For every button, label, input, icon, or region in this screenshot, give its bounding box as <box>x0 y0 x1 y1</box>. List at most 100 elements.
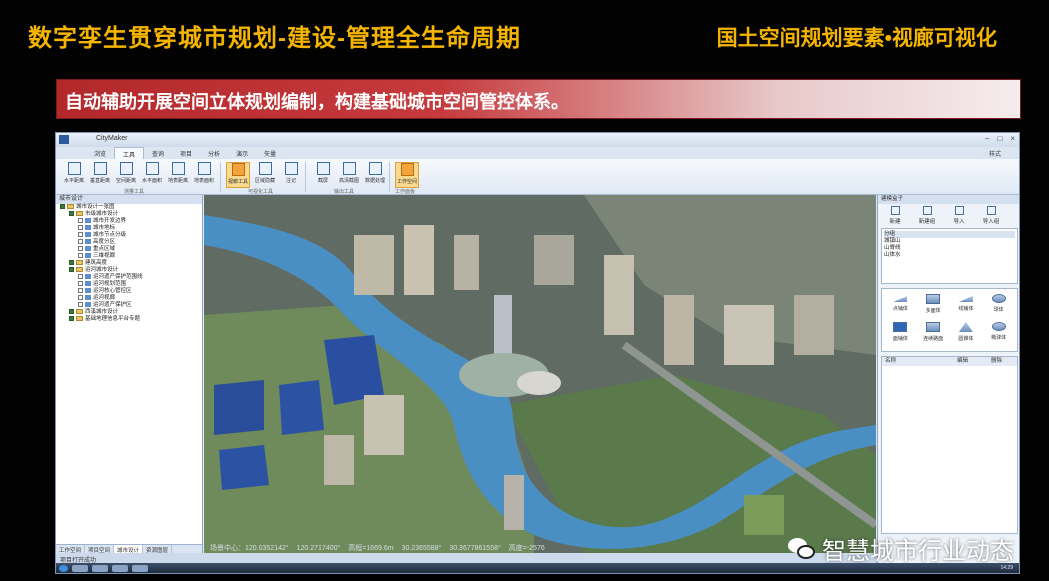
tree-node[interactable]: 市级城市设计 <box>56 211 202 218</box>
layer-checkbox[interactable] <box>78 239 83 245</box>
layer-checkbox[interactable] <box>78 302 83 308</box>
layer-checkbox[interactable] <box>60 204 65 210</box>
tree-node[interactable]: 运河城市设计 <box>56 267 202 274</box>
tree-node[interactable]: 城市设计一张图 <box>56 204 202 211</box>
tree-node-label: 三维视廊 <box>93 253 116 259</box>
data-process-button[interactable]: 数据处理 <box>363 162 387 188</box>
left-panel-tabs: 工作空间 项目空间 城市设计 资源图层 <box>56 544 202 554</box>
tree-node[interactable]: 建筑高度 <box>56 260 202 267</box>
elevation-readout: 高程=1669.6m <box>348 545 394 552</box>
tree-node-label: 运河视廊 <box>93 295 116 301</box>
layer-checkbox[interactable] <box>69 316 74 322</box>
shape-box-icon <box>926 322 941 332</box>
surface-distance-button[interactable]: 地表距离 <box>166 162 190 188</box>
layer-checkbox[interactable] <box>78 218 83 224</box>
layer-checkbox[interactable] <box>78 253 83 259</box>
layer-checkbox[interactable] <box>78 225 83 231</box>
import-icon <box>986 206 996 215</box>
shape-tool[interactable]: 线铺体 <box>950 292 983 320</box>
close-icon[interactable]: × <box>1010 134 1015 143</box>
import-group-button[interactable]: 导入组 <box>978 206 1004 226</box>
tab-resource-layers[interactable]: 资源图层 <box>143 545 173 554</box>
shape-tool[interactable]: 面铺体 <box>884 320 917 348</box>
tab-browse[interactable]: 浏览 <box>86 147 114 159</box>
shape-tool[interactable]: 圆锥体 <box>950 320 983 348</box>
minimize-icon[interactable]: – <box>985 134 989 143</box>
new-button[interactable]: 新建 <box>882 206 908 226</box>
surface-area-button[interactable]: 地表面积 <box>192 162 216 188</box>
tab-workspace[interactable]: 工作空间 <box>56 545 86 554</box>
tree-node[interactable]: 城市地标 <box>56 225 202 232</box>
corridor-icon <box>231 163 245 176</box>
tree-node-label: 运河核心管控区 <box>93 288 132 294</box>
horizontal-area-button[interactable]: 水平面积 <box>140 162 164 188</box>
layer-checkbox[interactable] <box>69 267 74 273</box>
import-button[interactable]: 导入 <box>946 206 972 226</box>
shape-tool[interactable]: 球体 <box>982 292 1015 320</box>
layer-checkbox[interactable] <box>69 260 74 266</box>
tab-analysis[interactable]: 分析 <box>200 147 228 159</box>
tree-node[interactable]: 基础地理信息平台专题 <box>56 316 202 323</box>
workspace-button[interactable]: 工作空间 <box>395 162 419 188</box>
horizontal-distance-button[interactable]: 水平距离 <box>62 162 86 188</box>
style-menu[interactable]: 样式 <box>989 149 1001 158</box>
tab-city-design[interactable]: 城市设计 <box>114 545 144 554</box>
space-distance-button[interactable]: 空间距离 <box>114 162 138 188</box>
tab-project-space[interactable]: 项目空间 <box>85 545 115 554</box>
shape-label: 椭球体 <box>991 335 1007 341</box>
camera-height-readout: 高度=-2576 <box>508 545 545 552</box>
layer-checkbox[interactable] <box>78 295 83 301</box>
maximize-icon[interactable]: □ <box>997 134 1002 143</box>
tree-node[interactable]: 西溪城市设计 <box>56 309 202 316</box>
layer-checkbox[interactable] <box>69 309 74 315</box>
3d-city-scene[interactable]: 场景中心：120.0352142° 120.2717400° 高程=1669.6… <box>204 195 876 553</box>
shape-tool[interactable]: 连续路面 <box>917 320 950 348</box>
tab-tools[interactable]: 工具 <box>114 147 145 159</box>
tree-node[interactable]: 三维视廊 <box>56 253 202 260</box>
annotation-button[interactable]: 注记 <box>279 162 303 188</box>
layer-checkbox[interactable] <box>78 232 83 238</box>
layer-checkbox[interactable] <box>78 288 83 294</box>
tree-node[interactable]: 运河遗产保护范围线 <box>56 274 202 281</box>
taskbar-app-icon[interactable] <box>132 564 148 572</box>
tree-node[interactable]: 运河核心管控区 <box>56 288 202 295</box>
taskbar-app-icon[interactable] <box>72 564 88 572</box>
layer-checkbox[interactable] <box>78 274 83 280</box>
tab-query[interactable]: 查询 <box>144 147 172 159</box>
hd-screenshot-button[interactable]: 高清截图 <box>337 162 361 188</box>
tree-node[interactable]: 运河规划范围 <box>56 281 202 288</box>
tree-node[interactable]: 城市节点分级 <box>56 232 202 239</box>
view-corridor-button[interactable]: 视廊工具 <box>226 162 250 188</box>
tab-vector[interactable]: 矢量 <box>256 147 284 159</box>
shape-tool[interactable]: 多面体 <box>917 292 950 320</box>
start-icon[interactable] <box>59 564 68 572</box>
layer-checkbox[interactable] <box>69 211 74 217</box>
taskbar-app-icon[interactable] <box>112 564 128 572</box>
tree-node[interactable]: 运河视廊 <box>56 295 202 302</box>
watermark: 智慧城市行业动态 <box>788 531 1014 566</box>
shape-tool[interactable]: 椭球体 <box>982 320 1015 348</box>
layer-checkbox[interactable] <box>78 281 83 287</box>
tab-project[interactable]: 项目 <box>172 147 200 159</box>
new-group-button[interactable]: 新建组 <box>914 206 940 226</box>
scene-coordinates: 场景中心：120.0352142° 120.2717400° 高程=1669.6… <box>204 543 876 553</box>
tab-demo[interactable]: 演示 <box>228 147 256 159</box>
taskbar-app-icon[interactable] <box>92 564 108 572</box>
screenshot-button[interactable]: 截屏 <box>311 162 335 188</box>
tree-node[interactable]: 高度分区 <box>56 239 202 246</box>
shape-round-icon <box>991 294 1006 303</box>
list-item[interactable]: 山脊线 <box>884 245 1015 252</box>
list-item[interactable]: 山体水 <box>884 252 1015 259</box>
vertical-distance-button[interactable]: 垂直距离 <box>88 162 112 188</box>
panel-title: 城市设计 <box>56 195 202 204</box>
tree-node[interactable]: 重点区域 <box>56 246 202 253</box>
shape-tool[interactable]: 点铺体 <box>884 292 917 320</box>
tree-node[interactable]: 城市开发边界 <box>56 218 202 225</box>
tree-node[interactable]: 运河遗产保护区 <box>56 302 202 309</box>
slide-title: 数字孪生贯穿城市规划-建设-管理全生命周期 <box>28 25 521 52</box>
lat-readout: 30.2365588° <box>401 545 442 552</box>
layer-icon <box>85 225 91 231</box>
area-hide-button[interactable]: 区域隐藏 <box>253 162 277 188</box>
layer-checkbox[interactable] <box>78 246 83 252</box>
list-item[interactable]: 城镇山 <box>884 238 1015 245</box>
